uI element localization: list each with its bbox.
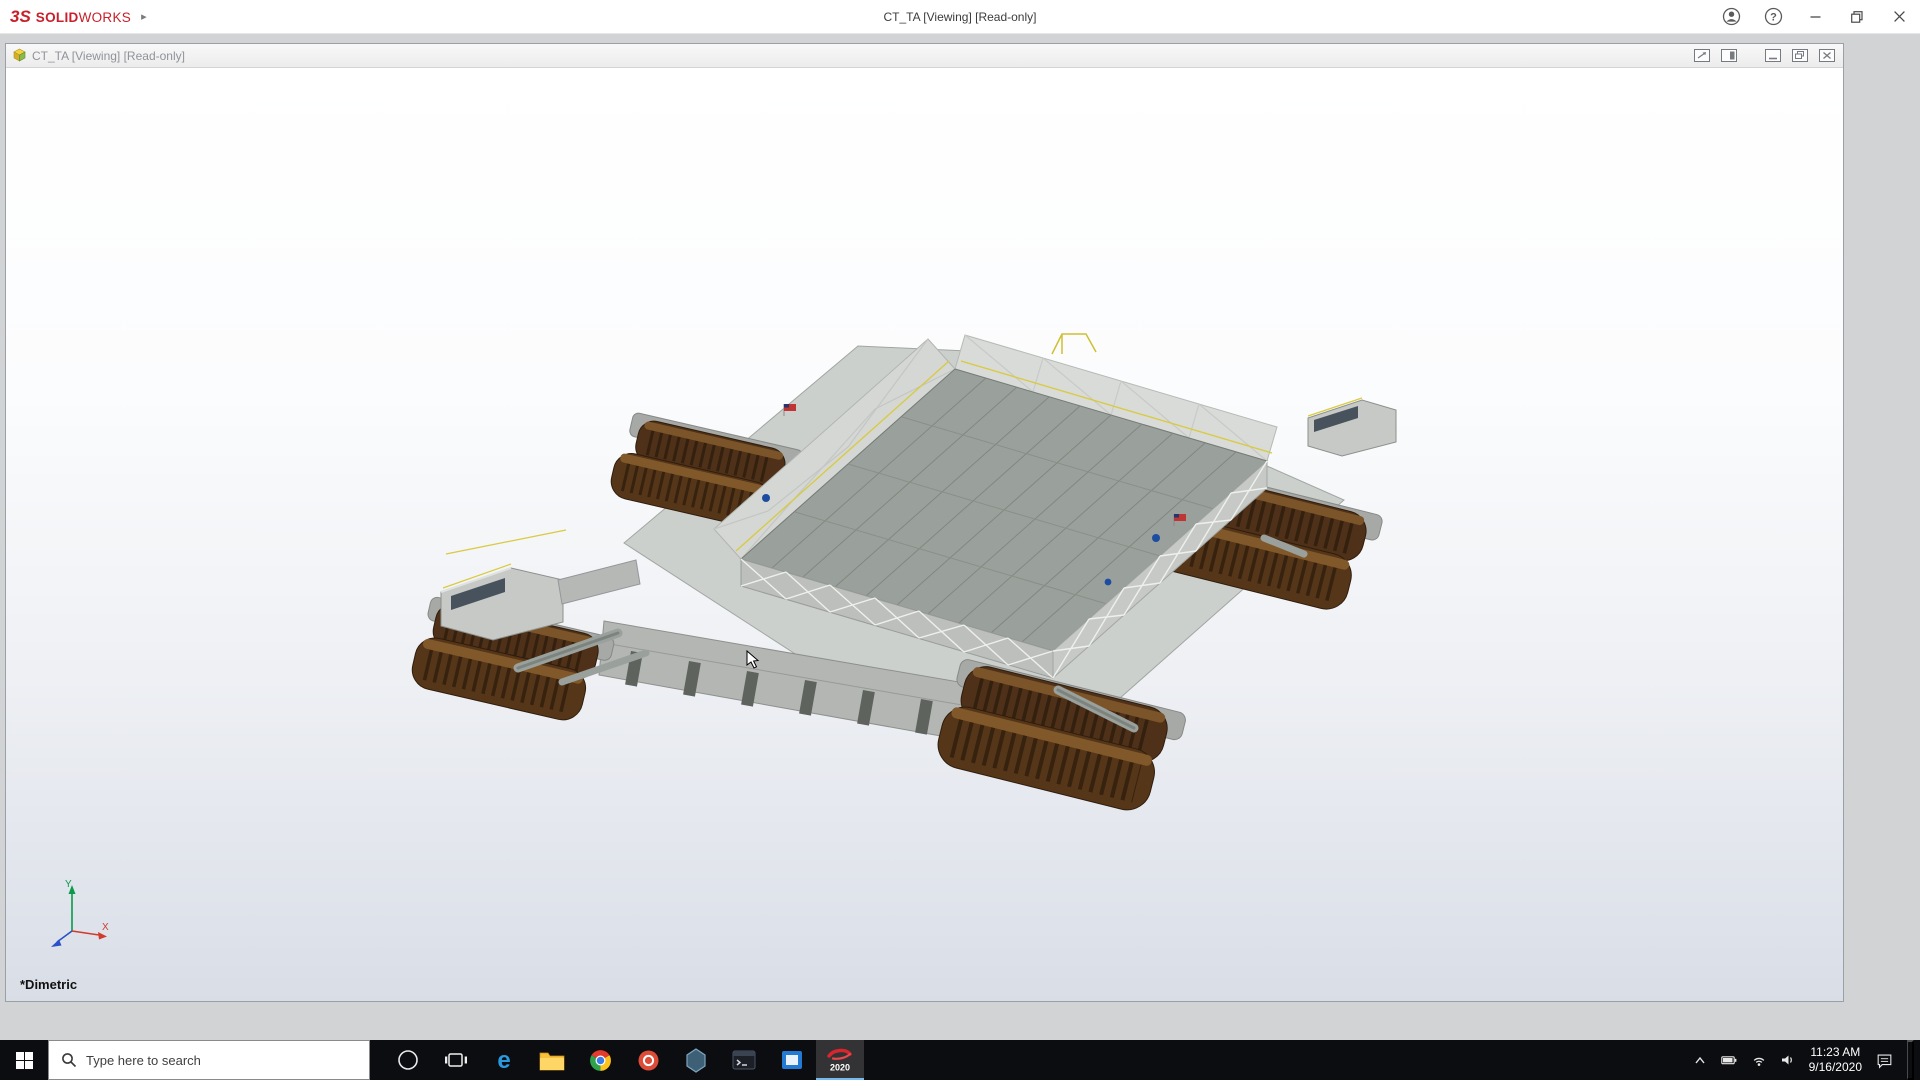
task-view-icon [444, 1049, 468, 1072]
chrome-button[interactable] [576, 1040, 624, 1080]
search-icon [61, 1052, 77, 1068]
terminal-app-button[interactable] [720, 1040, 768, 1080]
dassault-3ds-icon: 3S [10, 7, 31, 27]
windows-start-icon [16, 1052, 33, 1069]
show-desktop-button[interactable] [1907, 1040, 1914, 1080]
file-explorer-icon [539, 1049, 565, 1071]
brand-text-solid: SOLID [36, 10, 79, 25]
chevron-up-icon [1692, 1052, 1708, 1068]
task-view-button[interactable] [432, 1040, 480, 1080]
file-explorer-button[interactable] [528, 1040, 576, 1080]
nasa-emblem [1105, 579, 1112, 586]
cortana-button[interactable] [384, 1040, 432, 1080]
orientation-triad: Y X [32, 873, 116, 957]
document-titlebar[interactable]: CT_TA [Viewing] [Read-only] [6, 44, 1843, 68]
edge-button[interactable]: e [480, 1040, 528, 1080]
action-center-button[interactable] [1875, 1051, 1894, 1070]
svg-text:?: ? [1770, 11, 1777, 23]
graphics-viewport[interactable]: Y X *Dimetric [6, 68, 1843, 1001]
solidworks-app-icon: 2020 [826, 1046, 854, 1074]
restore-button[interactable] [1836, 0, 1878, 34]
restore-icon [1851, 11, 1863, 23]
edge-icon: e [491, 1047, 517, 1073]
account-button[interactable] [1710, 0, 1752, 34]
start-button[interactable] [0, 1040, 48, 1080]
hidden-icons-button[interactable] [1692, 1052, 1708, 1068]
svg-text:e: e [497, 1047, 510, 1073]
document-title: CT_TA [Viewing] [Read-only] [32, 49, 185, 63]
doc-restore-button[interactable] [1790, 48, 1810, 64]
cortana-icon [395, 1047, 421, 1073]
battery-icon [1721, 1052, 1738, 1068]
help-icon: ? [1764, 7, 1783, 26]
taskbar: e [0, 1040, 1920, 1080]
nasa-emblem [1152, 534, 1160, 542]
close-icon [1894, 11, 1905, 22]
volume-button[interactable] [1780, 1052, 1796, 1068]
chrome-icon [588, 1048, 613, 1073]
solidworks-version-badge: 2020 [830, 1063, 850, 1073]
clock-date: 9/16/2020 [1809, 1060, 1862, 1075]
mouse-cursor [746, 650, 762, 670]
blue-app-icon [779, 1047, 805, 1073]
system-tray: 11:23 AM 9/16/2020 [1686, 1040, 1920, 1080]
hexagon-app-icon [683, 1047, 709, 1074]
hexagon-app-button[interactable] [672, 1040, 720, 1080]
app-titlebar: 3S SOLIDWORKS ▸ CT_TA [Viewing] [Read-on… [0, 0, 1920, 34]
doc-restore-icon [1792, 49, 1808, 62]
clock-time: 11:23 AM [1809, 1045, 1862, 1060]
doc-close-button[interactable] [1817, 48, 1837, 64]
doc-minimize-button[interactable] [1763, 48, 1783, 64]
brand-text-works: WORKS [79, 10, 132, 25]
doc-close-icon [1819, 49, 1835, 62]
taskbar-search[interactable] [48, 1040, 370, 1080]
float-window-icon [1694, 49, 1710, 62]
document-window: CT_TA [Viewing] [Read-only] [5, 43, 1844, 1002]
minimize-button[interactable] [1794, 0, 1836, 34]
clock[interactable]: 11:23 AM 9/16/2020 [1809, 1045, 1862, 1075]
close-button[interactable] [1878, 0, 1920, 34]
volume-icon [1780, 1052, 1796, 1068]
red-app-icon [636, 1048, 661, 1073]
crawler-transporter-model [6, 68, 1843, 1001]
minimize-icon [1810, 11, 1821, 22]
nasa-emblem [762, 494, 770, 502]
action-center-icon [1875, 1051, 1894, 1070]
document-window-controls [1692, 48, 1837, 64]
doc-minimize-icon [1765, 49, 1781, 62]
red-app-button[interactable] [624, 1040, 672, 1080]
view-orientation-label: *Dimetric [20, 977, 77, 992]
doc-float-button[interactable] [1692, 48, 1712, 64]
triad-y-label: Y [65, 879, 72, 890]
blue-app-button[interactable] [768, 1040, 816, 1080]
doc-dock-button[interactable] [1719, 48, 1739, 64]
triad-x-label: X [102, 922, 109, 933]
network-button[interactable] [1751, 1052, 1767, 1068]
terminal-app-icon [731, 1047, 757, 1073]
titlebar-controls: ? [1710, 0, 1920, 33]
battery-button[interactable] [1721, 1052, 1738, 1068]
help-button[interactable]: ? [1752, 0, 1794, 34]
workspace-background: CT_TA [Viewing] [Read-only] [0, 34, 1920, 1040]
right-cab [1308, 398, 1396, 456]
account-icon [1722, 7, 1741, 26]
solidworks-app-button[interactable]: 2020 [816, 1040, 864, 1080]
assembly-icon [12, 48, 27, 63]
window-title: CT_TA [Viewing] [Read-only] [884, 10, 1037, 24]
network-wifi-icon [1751, 1052, 1767, 1068]
search-input[interactable] [86, 1041, 369, 1079]
solidworks-logo: 3S SOLIDWORKS [0, 7, 131, 27]
dock-window-icon [1721, 49, 1737, 62]
solidworks-window: 3S SOLIDWORKS ▸ CT_TA [Viewing] [Read-on… [0, 0, 1920, 1080]
menu-flyout-arrow[interactable]: ▸ [141, 10, 147, 23]
